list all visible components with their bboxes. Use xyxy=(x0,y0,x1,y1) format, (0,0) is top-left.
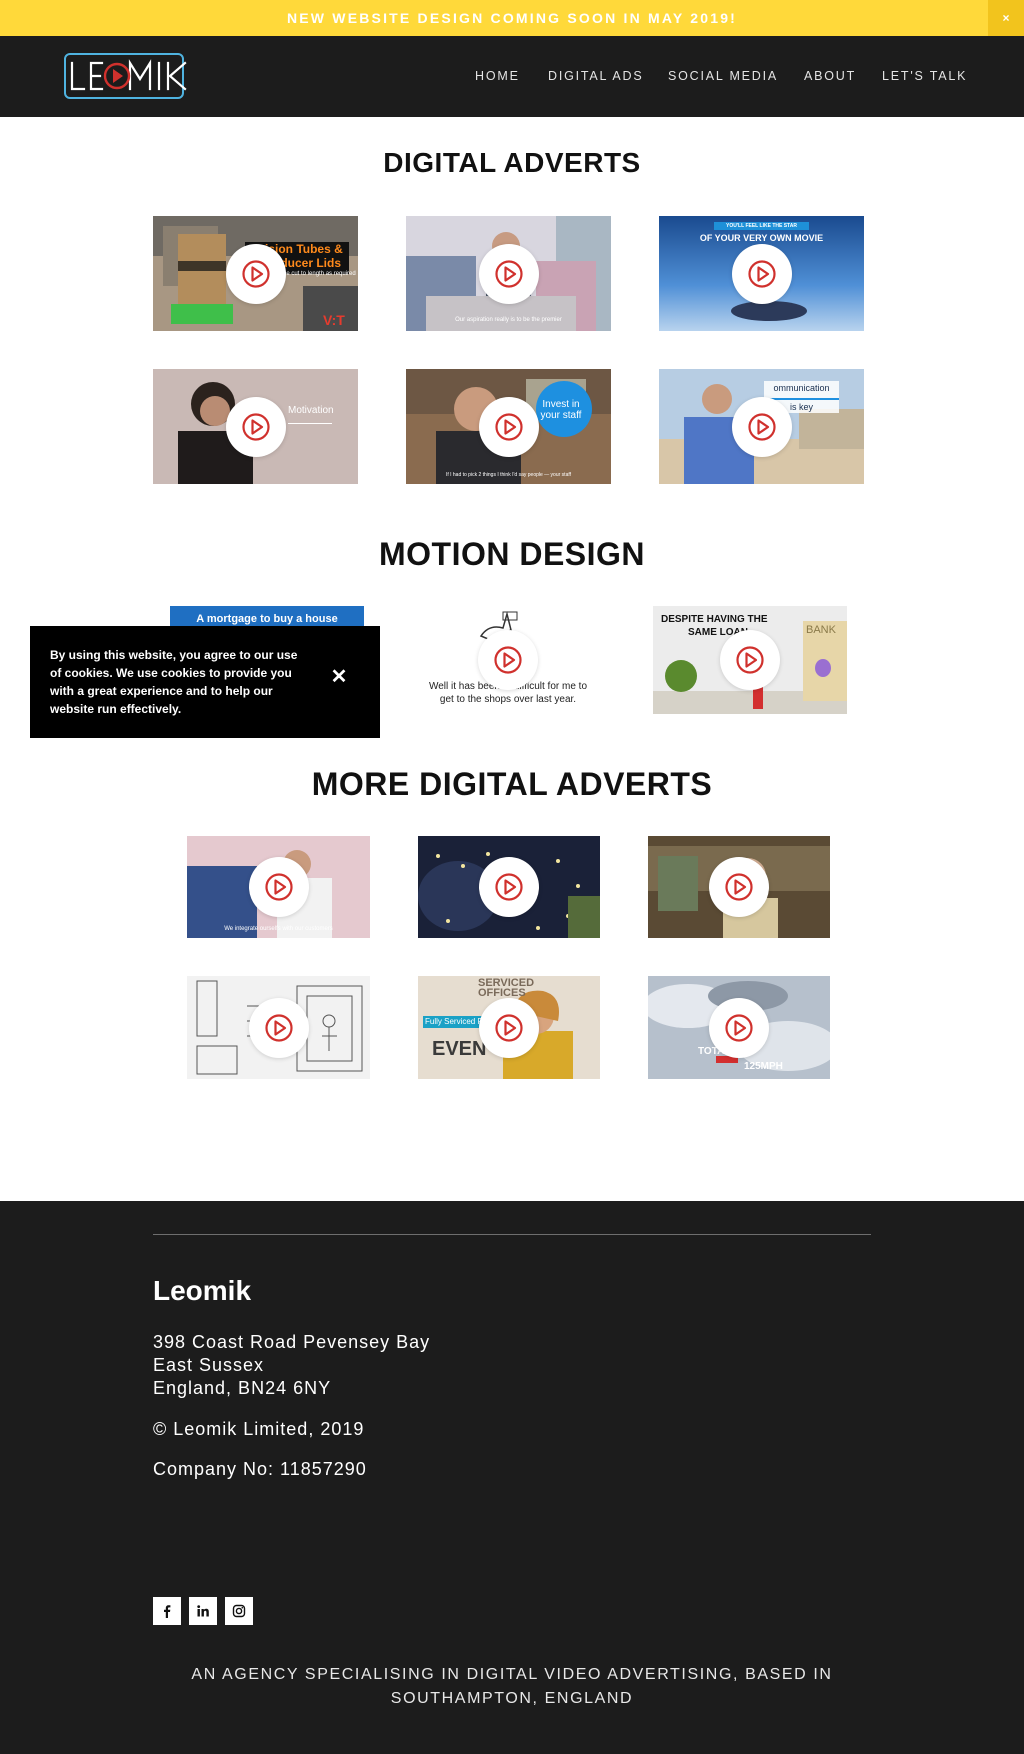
cookie-close-button[interactable]: ✕ xyxy=(322,662,356,692)
video-badge: V:T xyxy=(323,312,345,328)
play-icon xyxy=(494,646,522,674)
video-overlay-text: EVEN xyxy=(432,1038,487,1060)
play-icon xyxy=(747,259,776,288)
video-thumbnail[interactable]: SERVICED OFFICES Fully Serviced Pr EVEN xyxy=(418,976,600,1079)
leomik-logo[interactable] xyxy=(64,53,198,99)
video-overlay-text: Fully Serviced Pr xyxy=(425,1017,486,1026)
play-button[interactable] xyxy=(248,997,309,1058)
video-overlay-text: OF YOUR VERY OWN MOVIE xyxy=(699,233,824,243)
play-icon xyxy=(725,1013,753,1042)
video-thumbnail[interactable]: We integrate ourselfs with our customers xyxy=(187,836,370,938)
footer-divider xyxy=(153,1234,871,1235)
play-button[interactable] xyxy=(731,396,792,457)
play-icon xyxy=(495,1013,523,1042)
site-footer: Leomik 398 Coast Road Pevensey Bay East … xyxy=(0,1201,1024,1754)
video-overlay-text: DESPITE HAVING THE xyxy=(661,614,768,625)
video-overlay-text: 125MPH xyxy=(744,1061,783,1072)
play-button[interactable] xyxy=(479,857,539,917)
play-icon xyxy=(494,259,523,288)
video-caption: Our aspiration really is to be the premi… xyxy=(455,317,562,323)
play-button[interactable] xyxy=(709,857,769,917)
nav-home[interactable]: HOME xyxy=(475,36,520,117)
video-thumbnail[interactable]: ommunication is key xyxy=(659,369,864,484)
video-overlay-text: Motivation xyxy=(288,405,334,416)
video-overlay-text: BANK xyxy=(806,624,836,636)
nav-digital-ads[interactable]: DIGITAL ADS xyxy=(548,36,644,117)
footer-tagline-line: AN AGENCY SPECIALISING IN DIGITAL VIDEO … xyxy=(191,1666,833,1683)
nav-social-media[interactable]: SOCIAL MEDIA xyxy=(668,36,778,117)
play-button[interactable] xyxy=(478,243,539,304)
footer-brand: Leomik xyxy=(153,1275,252,1306)
video-overlay-text: Invest in xyxy=(542,399,580,410)
play-button[interactable] xyxy=(225,396,286,457)
video-overlay-text: A mortgage to buy a house xyxy=(196,613,338,625)
linkedin-link[interactable] xyxy=(189,1597,217,1625)
play-button[interactable] xyxy=(720,630,780,690)
video-caption: be cut to length as required xyxy=(283,271,356,277)
nav-lets-talk[interactable]: LET'S TALK xyxy=(882,36,967,117)
play-button[interactable] xyxy=(248,857,309,917)
video-overlay-text: your staff xyxy=(540,410,582,421)
linkedin-icon xyxy=(197,1605,209,1617)
site-header: HOME DIGITAL ADS SOCIAL MEDIA ABOUT LET'… xyxy=(0,36,1024,117)
video-overlay-text: ommunication xyxy=(773,383,830,393)
play-button[interactable] xyxy=(479,997,539,1058)
video-thumbnail[interactable] xyxy=(648,836,830,938)
footer-address-line: East Sussex xyxy=(153,1355,265,1375)
facebook-icon xyxy=(164,1605,171,1618)
play-icon xyxy=(241,412,270,441)
play-icon xyxy=(264,873,293,901)
footer-tagline-line: SOUTHAMPTON, ENGLAND xyxy=(390,1690,634,1707)
video-thumbnail[interactable]: Well it has been ... difficult for me to… xyxy=(411,606,605,714)
instagram-link[interactable] xyxy=(225,1597,253,1625)
video-thumbnail[interactable]: TOTAL 125MPH xyxy=(648,976,830,1079)
play-icon xyxy=(495,873,523,901)
play-icon xyxy=(241,259,270,288)
play-button[interactable] xyxy=(478,396,539,457)
announcement-close-button[interactable]: × xyxy=(988,0,1024,36)
announcement-text: NEW WEBSITE DESIGN COMING SOON IN MAY 20… xyxy=(286,10,738,26)
page: NEW WEBSITE DESIGN COMING SOON IN MAY 20… xyxy=(0,0,1024,1754)
announcement-bar: NEW WEBSITE DESIGN COMING SOON IN MAY 20… xyxy=(0,0,1024,36)
video-overlay-text: OFFICES xyxy=(478,987,526,999)
video-thumbnail[interactable]: Invest in your staff If I had to pick 2 … xyxy=(406,369,611,484)
footer-address-line: 398 Coast Road Pevensey Bay xyxy=(153,1332,431,1352)
play-button[interactable] xyxy=(225,243,286,304)
footer-copyright: © Leomik Limited, 2019 xyxy=(153,1419,365,1439)
nav-about[interactable]: ABOUT xyxy=(804,36,856,117)
footer-address-line: England, BN24 6NY xyxy=(153,1378,332,1398)
section-title-more-digital-adverts: MORE DIGITAL ADVERTS xyxy=(311,766,713,802)
cookie-notice-text: By using this website, you agree to our … xyxy=(50,648,298,716)
footer-company-number: Company No: 11857290 xyxy=(153,1459,367,1479)
video-thumbnail[interactable]: ision Tubes & Reducer Lids be cut to len… xyxy=(153,216,358,331)
footer-tagline: AN AGENCY SPECIALISING IN DIGITAL VIDEO … xyxy=(0,1663,1024,1711)
video-caption: We integrate ourselfs with our customers xyxy=(224,926,333,932)
video-thumbnail[interactable] xyxy=(418,836,600,938)
video-thumbnail[interactable] xyxy=(187,976,370,1079)
play-icon xyxy=(736,646,764,674)
play-icon xyxy=(264,1013,293,1042)
video-thumbnail[interactable]: DESPITE HAVING THE SAME LOAN BANK xyxy=(653,606,847,714)
video-overlay-text: YOU'LL FEEL LIKE THE STAR xyxy=(726,223,797,229)
video-thumbnail[interactable]: Motivation xyxy=(153,369,358,484)
instagram-icon xyxy=(232,1604,246,1618)
video-thumbnail[interactable]: Our aspiration really is to be the premi… xyxy=(406,216,611,331)
play-icon xyxy=(747,412,776,441)
play-icon xyxy=(494,412,523,441)
section-title-motion-design: MOTION DESIGN xyxy=(378,536,646,572)
video-caption: If I had to pick 2 things I think I'd sa… xyxy=(445,472,572,478)
video-thumbnail[interactable]: YOU'LL FEEL LIKE THE STAR OF YOUR VERY O… xyxy=(659,216,864,331)
play-icon xyxy=(725,873,753,901)
section-title-digital-adverts: DIGITAL ADVERTS xyxy=(383,147,641,178)
play-button[interactable] xyxy=(709,997,769,1058)
play-button[interactable] xyxy=(731,243,792,304)
play-button[interactable] xyxy=(478,630,538,690)
facebook-link[interactable] xyxy=(153,1597,181,1625)
